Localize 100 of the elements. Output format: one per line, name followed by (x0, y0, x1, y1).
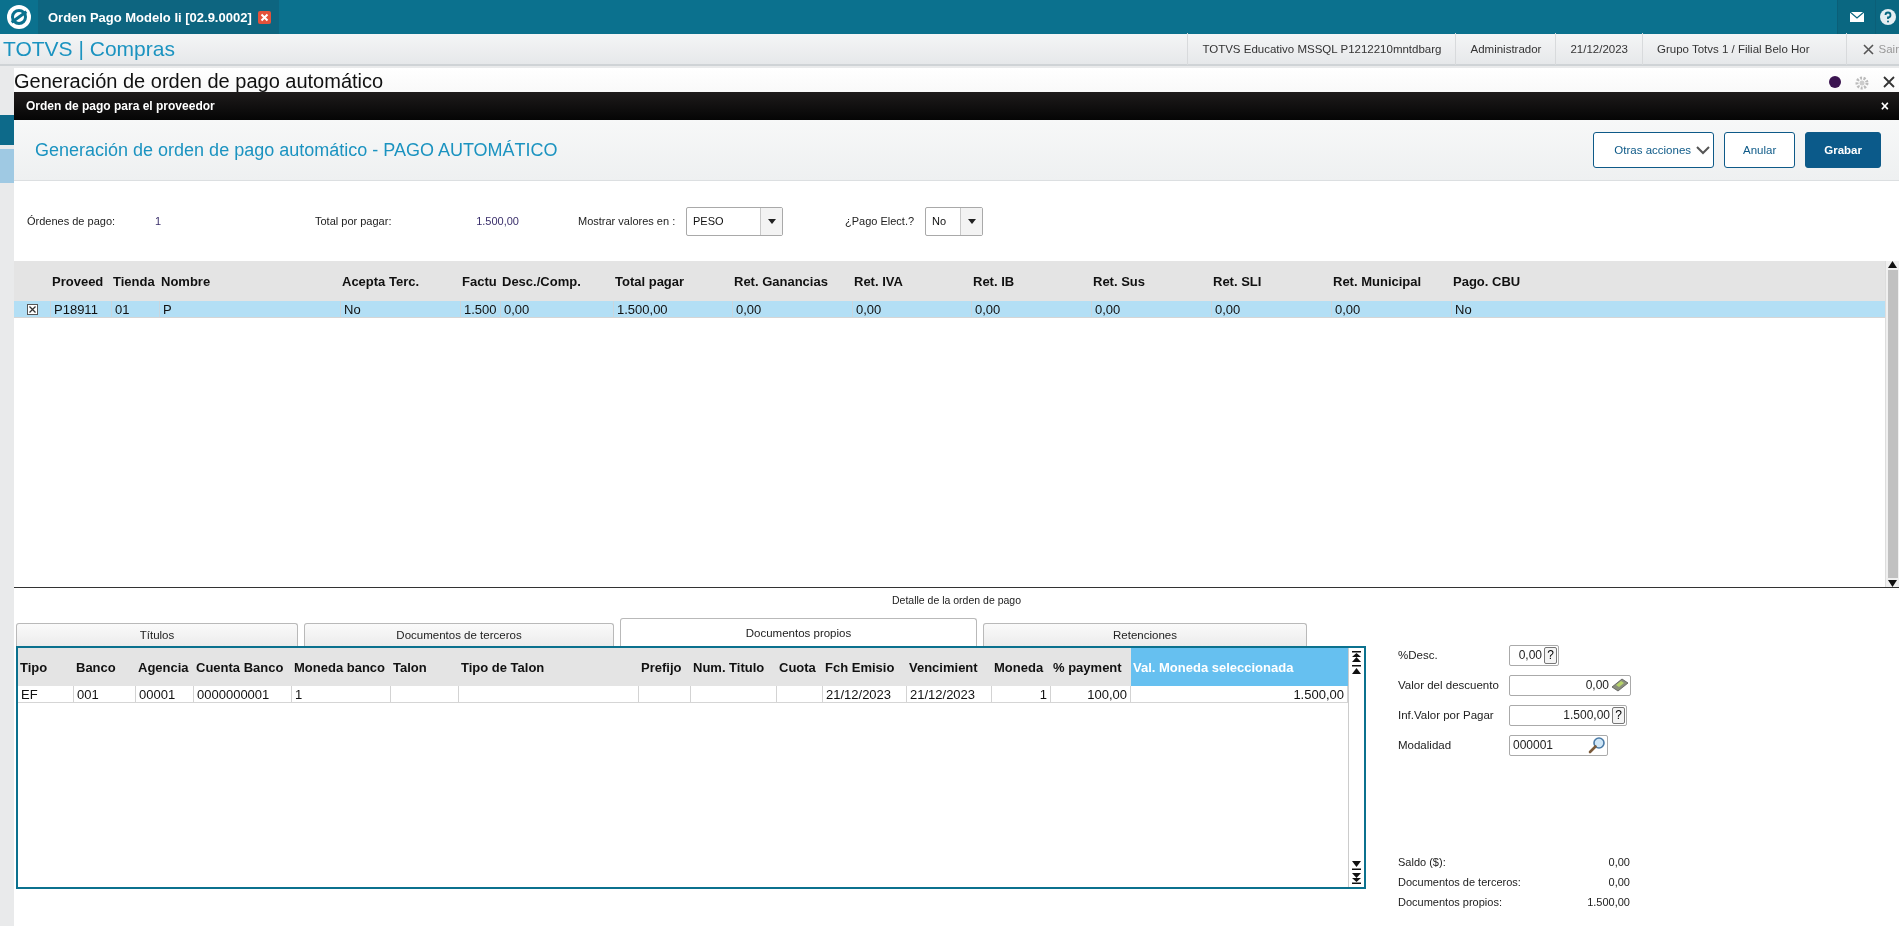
column-header[interactable]: Ret. IB (971, 273, 1091, 289)
table-cell: EF (18, 686, 74, 702)
table-cell: P18911 (50, 301, 111, 317)
table-cell: 100,00 (1051, 686, 1131, 702)
column-header[interactable]: Moneda banco (292, 648, 391, 686)
input-field[interactable]: 000001 (1509, 734, 1608, 756)
field-label: Mostrar valores en : (578, 215, 677, 227)
column-header[interactable]: Ret. IVA (852, 273, 971, 289)
brand-title: TOTVS | Compras (2, 37, 175, 61)
table-cell: 1 (992, 686, 1051, 702)
session-info: Administrador (1455, 33, 1556, 65)
column-header[interactable]: Acepta Terc. (340, 273, 460, 289)
table-cell: 01 (111, 301, 159, 317)
logo-icon[interactable] (6, 4, 32, 30)
tab[interactable]: Documentos propios (620, 618, 977, 646)
table-cell: 0,00 (971, 301, 1091, 317)
column-header[interactable]: % payment (1051, 648, 1131, 686)
table-cell: No (340, 301, 460, 317)
close-button[interactable]: × (1880, 98, 1889, 114)
help-button[interactable]: ? (1612, 706, 1625, 724)
column-header[interactable]: Nombre (159, 273, 340, 289)
table-cell: 1 (292, 686, 391, 702)
actions-menu-button[interactable]: Otras acciones (1593, 132, 1715, 168)
scroll-down-icon[interactable] (1351, 858, 1362, 870)
total-label: Documentos propios: (1398, 896, 1503, 908)
column-header[interactable]: Cuenta Banco (194, 648, 292, 686)
close-icon[interactable] (257, 10, 271, 24)
sidebar-band (0, 149, 14, 183)
scroll-top-icon[interactable] (1351, 651, 1362, 663)
help-button[interactable]: ? (1544, 646, 1557, 664)
total-label: Documentos de terceros: (1398, 876, 1522, 888)
field-label: ¿Pago Elect.? (845, 215, 916, 227)
input-field[interactable]: 1.500,00 ? (1509, 704, 1627, 726)
input-field[interactable]: 0,00 (1509, 674, 1631, 696)
scroll-up-icon[interactable] (1888, 261, 1897, 268)
column-header[interactable]: Fch Emisio (823, 648, 907, 686)
table-cell: 0000000001 (194, 686, 292, 702)
column-header[interactable]: Vencimient (907, 648, 992, 686)
column-header[interactable]: Prefijo (639, 648, 691, 686)
table-cell: 0,00 (732, 301, 852, 317)
caret-icon (967, 218, 976, 224)
column-header[interactable]: Ret. SLI (1211, 273, 1331, 289)
session-info: TOTVS Educativo MSSQL P1212210mntdbarg (1187, 33, 1456, 65)
tab[interactable]: Retenciones (983, 623, 1307, 646)
column-header[interactable]: Ret. Sus (1091, 273, 1211, 289)
column-header[interactable]: Tienda (111, 273, 159, 289)
table-cell: 1.500 (460, 301, 500, 317)
help-icon[interactable] (1880, 9, 1896, 25)
notification-icon[interactable] (1829, 76, 1841, 88)
cancel-button[interactable]: Anular (1724, 132, 1796, 168)
column-header[interactable]: Total pagar (613, 273, 732, 289)
table-cell: 0,00 (852, 301, 971, 317)
column-header[interactable]: Tipo (18, 648, 74, 686)
dialog-heading: Generación de orden de pago automático - PAGO AUTOMÁTICO (35, 139, 558, 161)
close-icon[interactable] (1883, 76, 1895, 88)
field-label: Total por pagar: (315, 215, 393, 227)
column-header[interactable]: Proveed (50, 273, 111, 289)
column-header[interactable]: Pago. CBU (1451, 273, 1885, 289)
scroll-bottom-icon[interactable] (1351, 872, 1362, 884)
section-caption: Detalle de la orden de pago (892, 594, 1021, 606)
column-header[interactable]: Agencia (136, 648, 194, 686)
column-header[interactable]: Factu (460, 273, 500, 289)
save-button[interactable]: Grabar (1805, 132, 1881, 168)
field-label: %Desc. (1398, 649, 1439, 661)
calculator-icon[interactable] (1611, 678, 1629, 692)
column-header[interactable]: Desc./Comp. (500, 273, 613, 289)
field-label: Modalidad (1398, 739, 1453, 751)
column-header[interactable]: Num. Titulo (691, 648, 777, 686)
field-label: Órdenes de pago: (27, 215, 117, 227)
scroll-up-icon[interactable] (1351, 665, 1362, 677)
table-cell: 00001 (136, 686, 194, 702)
scrollbar[interactable] (1885, 261, 1899, 587)
electronic-payment-select[interactable]: No (925, 206, 983, 236)
input-field[interactable]: 0,00 ? (1509, 644, 1559, 666)
total-value: 0,00 (1607, 876, 1630, 888)
checkbox[interactable] (26, 303, 38, 315)
tab[interactable]: Títulos (16, 623, 298, 646)
column-header[interactable]: Banco (74, 648, 136, 686)
column-header[interactable]: Ret. Ganancias (732, 273, 852, 289)
column-header[interactable]: Moneda (992, 648, 1051, 686)
field-value: 1.500,00 (475, 215, 519, 227)
field-value: 1 (155, 215, 163, 227)
search-icon[interactable] (1588, 736, 1606, 754)
table-cell: 0,00 (1091, 301, 1211, 317)
dialog-title: Orden de pago para el proveedor (26, 99, 215, 113)
app-tab[interactable]: Orden Pago Modelo Ii [02.9.0002] (38, 0, 279, 34)
table-cell: 0,00 (500, 301, 613, 317)
page-title: Generación de orden de pago automático (14, 70, 384, 93)
table-row[interactable]: P18911 01 P No 1.500 0,00 1.500,00 0,00 0,00 0,00 0,00 0,00 0,00 No (14, 301, 1885, 318)
column-header[interactable]: Tipo de Talon (459, 648, 639, 686)
session-info: Grupo Totvs 1 / Filial Belo Hor (1642, 33, 1824, 65)
table-cell: 0,00 (1211, 301, 1331, 317)
column-header[interactable]: Cuota (777, 648, 823, 686)
column-header[interactable]: Talon (391, 648, 459, 686)
scroll-down-icon[interactable] (1888, 580, 1897, 587)
tab[interactable]: Documentos de terceros (304, 623, 614, 646)
column-header[interactable]: Ret. Municipal (1331, 273, 1451, 289)
currency-select[interactable]: PESO (686, 206, 783, 236)
mail-icon[interactable] (1849, 12, 1864, 22)
table-cell: 0,00 (1331, 301, 1451, 317)
